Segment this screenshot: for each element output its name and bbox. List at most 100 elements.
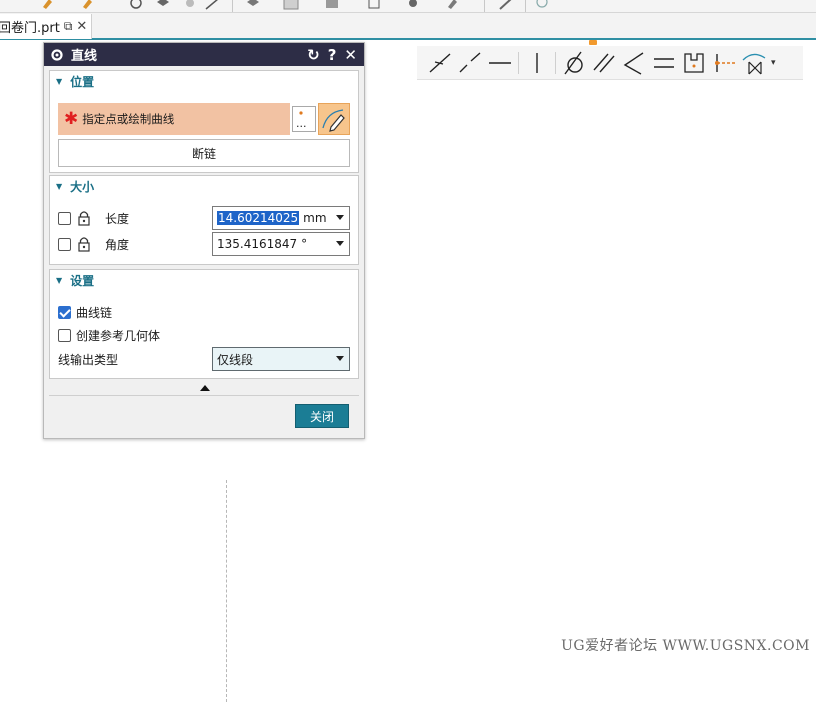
length-input[interactable]: 14.60214025 mm [212, 206, 350, 230]
main-toolbar [0, 0, 816, 13]
close-icon[interactable]: ✕ [344, 46, 357, 64]
position-group-title: 位置 [70, 74, 95, 89]
output-type-value: 仅线段 [217, 352, 254, 367]
box-icon[interactable] [245, 0, 261, 11]
divider [49, 395, 359, 396]
curve-chain-label: 曲线链 [76, 306, 113, 320]
angle-unit: ° [301, 237, 308, 251]
file-tab-strip: 回卷门.prt ⧉ ✕ [0, 13, 816, 40]
angle-value: 135.4161847 [217, 237, 298, 251]
gear-icon[interactable] [50, 48, 64, 62]
fit-icon[interactable] [204, 0, 220, 11]
sketch-constraint-toolbar: ▾ [417, 46, 803, 80]
help-icon[interactable]: ? [328, 46, 337, 64]
angle-label: 角度 [105, 237, 130, 252]
popout-icon[interactable]: ⧉ [64, 19, 73, 34]
watermark: UG爱好者论坛 WWW.UGSNX.COM [561, 638, 810, 654]
tool-icon[interactable] [40, 0, 56, 11]
parallel-lines-icon [593, 53, 615, 72]
point-on-curve-button[interactable] [425, 48, 455, 78]
create-reference-label: 创建参考几何体 [76, 329, 161, 343]
settings-group: ▼ 设置 曲线链 创建参考几何体 线输出类型 仅线段 [49, 269, 359, 379]
dots-text: ... [296, 117, 307, 130]
chevron-down-icon[interactable] [336, 356, 344, 361]
perpendicular-button[interactable] [619, 48, 649, 78]
length-lock-checkbox[interactable] [58, 211, 71, 225]
required-asterisk-icon: ✱ [64, 109, 79, 129]
dialog-title-bar[interactable]: 直线 ↻ ? ✕ [44, 43, 364, 66]
settings-icon[interactable] [405, 0, 421, 11]
sketch-curve-button[interactable] [318, 103, 350, 135]
horizontal-line-icon [489, 61, 511, 64]
edit-icon[interactable] [445, 0, 461, 11]
line-dialog: 直线 ↻ ? ✕ ▼ 位置 ✱ 指定点或绘制曲线 ... 断链 ▼ 大小 长度 … [43, 42, 365, 439]
shade-icon[interactable] [283, 0, 299, 11]
vertical-button[interactable] [522, 48, 552, 78]
angle-icon [623, 51, 644, 75]
output-type-label: 线输出类型 [58, 352, 119, 367]
equal-icon [654, 57, 674, 68]
tangent-button[interactable] [559, 48, 589, 78]
break-chain-button[interactable]: 断链 [58, 139, 350, 167]
lock-icon [78, 237, 90, 252]
length-label: 长度 [105, 211, 130, 226]
close-button[interactable]: 关闭 [295, 404, 349, 428]
output-type-select[interactable]: 仅线段 [212, 347, 350, 371]
curve-chain-checkbox[interactable] [58, 306, 71, 319]
globe-icon[interactable] [534, 0, 550, 11]
angle-lock-checkbox[interactable] [58, 237, 71, 251]
symmetric-button[interactable] [739, 48, 769, 78]
point-on-line-icon [715, 53, 735, 72]
tool-icon[interactable] [80, 0, 96, 11]
vertical-line-icon [536, 52, 538, 73]
dialog-title: 直线 [71, 49, 98, 64]
file-tab-name: 回卷门.prt [0, 21, 60, 36]
lock-icon [78, 211, 90, 226]
rotate-icon[interactable] [128, 0, 144, 11]
equal-length-button[interactable] [649, 48, 679, 78]
settings-group-title: 设置 [70, 273, 95, 288]
layer-icon[interactable] [366, 0, 382, 11]
gear-icon[interactable] [182, 0, 198, 11]
point-dotted-line-icon [429, 52, 451, 73]
midpoint-button[interactable] [679, 48, 709, 78]
toolbar-more-icon[interactable]: ▾ [771, 58, 776, 68]
angle-input[interactable]: 135.4161847 ° [212, 232, 350, 256]
measure-icon[interactable] [498, 0, 514, 11]
reset-icon[interactable]: ↻ [307, 46, 320, 64]
chevron-down-icon[interactable] [336, 215, 344, 220]
size-group-header[interactable]: ▼ 大小 [50, 176, 358, 196]
parallel-button[interactable] [589, 48, 619, 78]
midpoint-box-icon [684, 52, 704, 73]
length-value: 14.60214025 [217, 211, 300, 225]
collapse-dialog-icon[interactable] [200, 385, 210, 391]
solid-icon[interactable] [155, 0, 171, 11]
sketch-axis-line [226, 480, 227, 702]
collapse-arrow-icon: ▼ [56, 181, 63, 191]
position-group: ▼ 位置 ✱ 指定点或绘制曲线 ... 断链 [49, 70, 359, 173]
chevron-down-icon[interactable] [336, 241, 344, 246]
point-constructor-icon: ... [296, 111, 307, 130]
view-icon[interactable] [324, 0, 340, 11]
position-group-header[interactable]: ▼ 位置 [50, 71, 358, 91]
horizontal-button[interactable] [485, 48, 515, 78]
collapse-arrow-icon: ▼ [56, 275, 63, 285]
pencil-curve-icon [322, 109, 345, 132]
point-dialog-button[interactable]: ... [292, 106, 316, 132]
collapse-arrow-icon: ▼ [56, 76, 63, 86]
view-triad-marker [589, 40, 597, 45]
file-tab[interactable]: 回卷门.prt ⧉ ✕ [0, 14, 93, 39]
dashed-line-button[interactable] [455, 48, 485, 78]
create-reference-checkbox[interactable] [58, 329, 71, 342]
dashed-line-icon [459, 51, 481, 72]
size-group-title: 大小 [70, 179, 95, 194]
length-unit: mm [303, 211, 327, 225]
specify-point-label: 指定点或绘制曲线 [82, 112, 175, 126]
size-group: ▼ 大小 长度 14.60214025 mm 角度 135.4161847 ° [49, 175, 359, 265]
tangent-circle-icon [564, 51, 583, 74]
specify-point-selector[interactable]: ✱ 指定点或绘制曲线 [58, 103, 290, 135]
close-icon[interactable]: ✕ [76, 19, 87, 34]
settings-group-header[interactable]: ▼ 设置 [50, 270, 358, 290]
symmetric-curve-icon [742, 53, 766, 74]
point-on-line-button[interactable] [709, 48, 739, 78]
